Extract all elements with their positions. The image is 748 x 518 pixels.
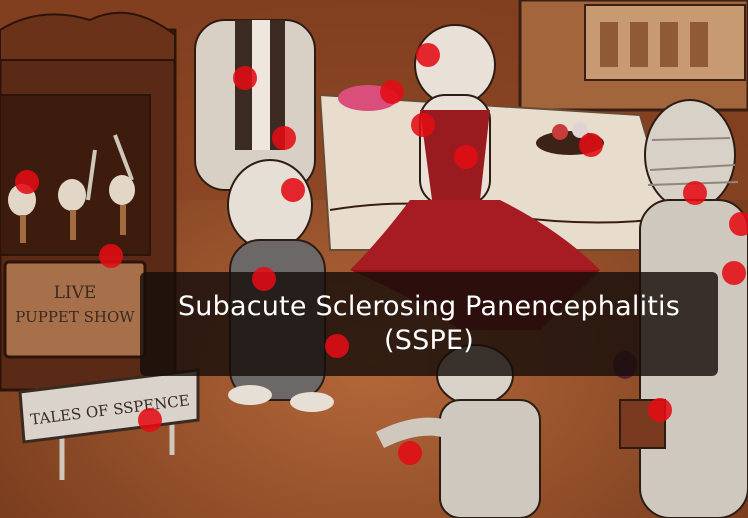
- hotspot-marker[interactable]: [138, 408, 162, 432]
- hotspot-marker[interactable]: [380, 80, 404, 104]
- hotspot-marker[interactable]: [579, 133, 603, 157]
- hotspot-marker[interactable]: [325, 334, 349, 358]
- caption-overlay: Subacute Sclerosing Panencephalitis (SSP…: [140, 272, 718, 376]
- hotspot-marker[interactable]: [15, 170, 39, 194]
- hotspot-marker[interactable]: [281, 178, 305, 202]
- hotspot-marker[interactable]: [722, 261, 746, 285]
- window-building: [518, 0, 748, 112]
- hotspot-marker[interactable]: [398, 441, 422, 465]
- caption-line2: (SSPE): [384, 325, 474, 356]
- puppet-show-sign: LIVE PUPPET SHOW: [3, 260, 147, 359]
- hotspot-marker[interactable]: [416, 43, 440, 67]
- puppet-sign-line1: LIVE: [54, 283, 97, 303]
- hotspot-marker[interactable]: [233, 66, 257, 90]
- hotspot-marker[interactable]: [683, 181, 707, 205]
- hotspot-marker[interactable]: [729, 212, 748, 236]
- hotspot-marker[interactable]: [454, 145, 478, 169]
- game-scene: LIVE PUPPET SHOW TALES OF SSPENCE Subacu…: [0, 0, 748, 518]
- hotspot-marker[interactable]: [99, 244, 123, 268]
- hotspot-marker[interactable]: [411, 113, 435, 137]
- hotspot-marker[interactable]: [252, 267, 276, 291]
- puppet-sign-line2: PUPPET SHOW: [15, 308, 135, 326]
- hotspot-marker[interactable]: [272, 126, 296, 150]
- caption-line1: Subacute Sclerosing Panencephalitis: [177, 291, 681, 322]
- hotspot-marker[interactable]: [648, 398, 672, 422]
